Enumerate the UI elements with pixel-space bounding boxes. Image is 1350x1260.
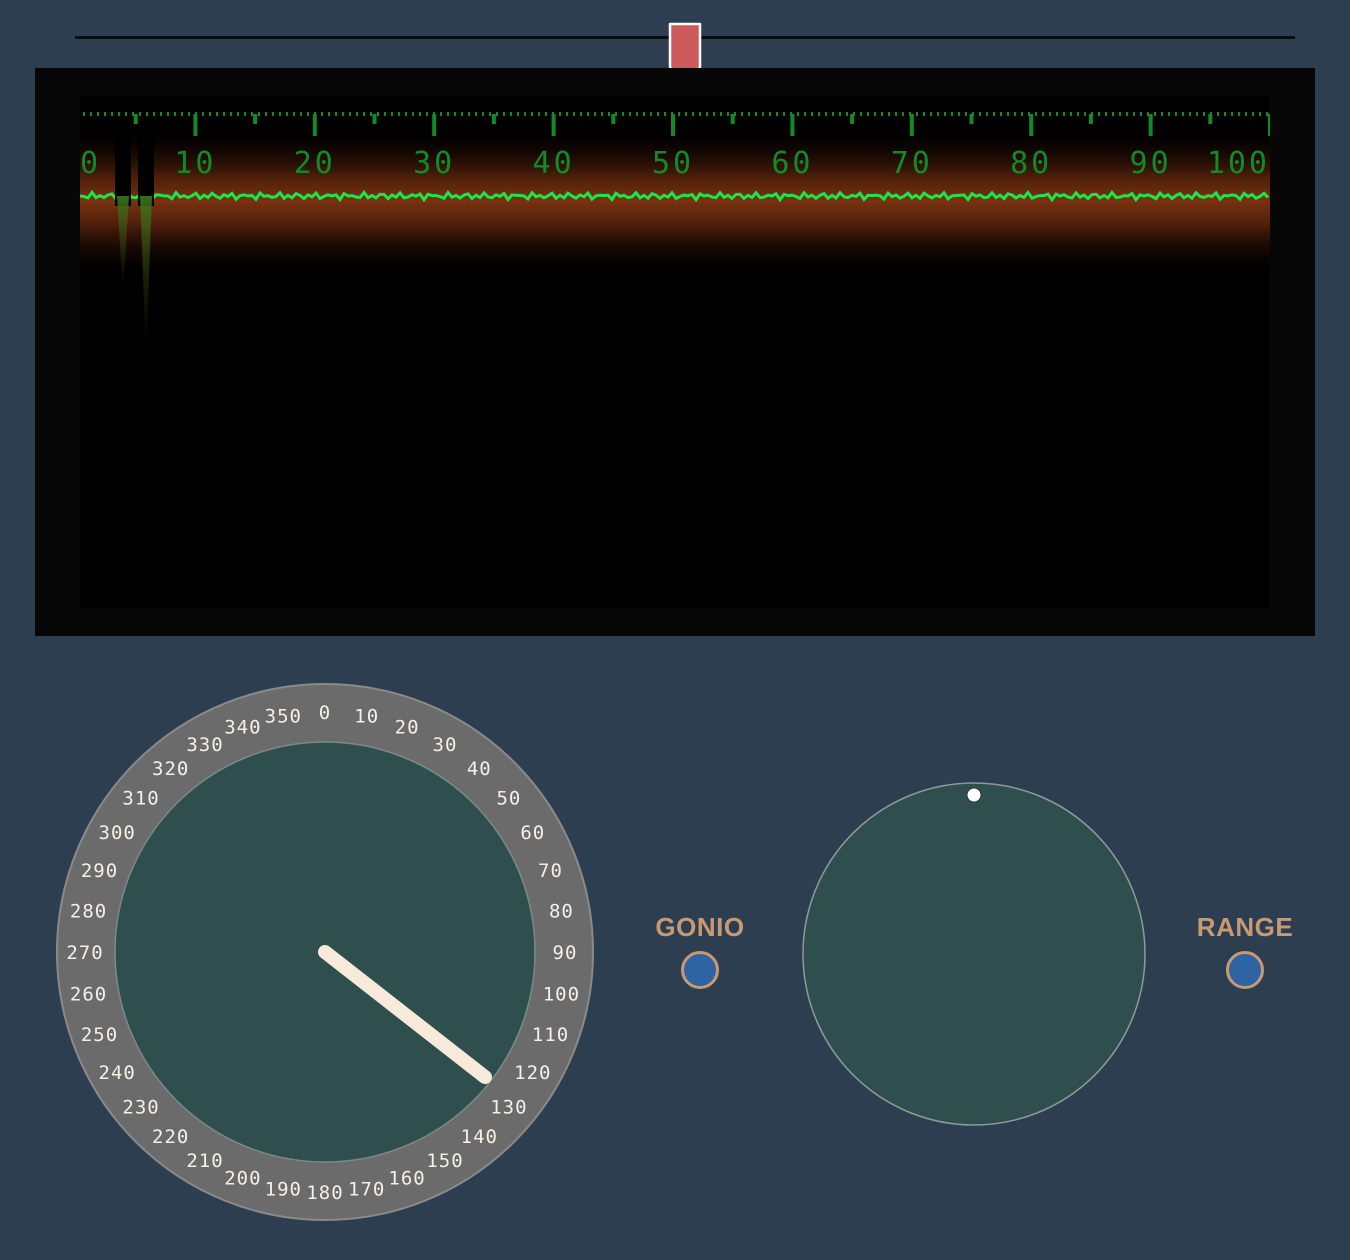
bearing-label: 80 <box>549 900 574 922</box>
bearing-label: 330 <box>186 734 223 756</box>
range-marker[interactable] <box>966 787 982 803</box>
bearing-label: 250 <box>81 1024 118 1046</box>
bearing-label: 60 <box>520 822 545 844</box>
scope-screen: 0 10 20 30 40 50 60 70 80 90 100 <box>74 96 1272 608</box>
scope-plot: 0 10 20 30 40 50 60 70 80 90 100 <box>74 112 1272 356</box>
bearing-label: 270 <box>66 942 103 964</box>
bearing-label: 160 <box>388 1168 425 1190</box>
spike-gap <box>138 126 154 206</box>
bearing-label: 300 <box>99 822 136 844</box>
range-label: RANGE <box>1196 912 1294 942</box>
bearing-label: 30 <box>433 734 458 756</box>
bearing-label: 290 <box>81 860 118 882</box>
scale-label: 20 <box>294 146 336 181</box>
scale-label: 80 <box>1010 146 1052 181</box>
bearing-label: 310 <box>122 788 159 810</box>
bearing-label: 90 <box>553 942 578 964</box>
bearing-label: 0 <box>319 702 331 724</box>
bearing-label: 240 <box>99 1062 136 1084</box>
bearing-label: 140 <box>461 1126 498 1148</box>
bearing-label: 100 <box>543 984 580 1006</box>
bearing-label: 180 <box>306 1182 343 1204</box>
bearing-label: 150 <box>426 1150 463 1172</box>
bearing-label: 210 <box>186 1150 223 1172</box>
range-dial-face <box>802 782 1146 1126</box>
scale-label: 30 <box>413 146 455 181</box>
bearing-label: 10 <box>354 706 379 728</box>
gonio-label: GONIO <box>655 912 745 942</box>
range-mode[interactable]: RANGE <box>1175 912 1315 989</box>
range-dial[interactable] <box>800 780 1148 1128</box>
bearing-label: 230 <box>122 1096 159 1118</box>
spike-gap <box>115 126 131 206</box>
bearing-label: 120 <box>514 1062 551 1084</box>
bearing-label: 260 <box>70 984 107 1006</box>
scale-label: 90 <box>1130 146 1172 181</box>
gonio-button[interactable] <box>681 951 719 989</box>
bearing-label: 40 <box>467 758 492 780</box>
bearing-label: 50 <box>496 788 521 810</box>
bearing-label: 350 <box>265 706 302 728</box>
scale-label: 0 <box>80 146 101 181</box>
scale-label: 10 <box>174 146 216 181</box>
scale-label: 60 <box>771 146 813 181</box>
scale-label: 40 <box>533 146 575 181</box>
bearing-label: 190 <box>265 1178 302 1200</box>
bearing-label: 320 <box>152 758 189 780</box>
bearing-label: 280 <box>70 900 107 922</box>
bearing-label: 20 <box>395 717 420 739</box>
bearing-label: 130 <box>490 1096 527 1118</box>
bearing-dial[interactable]: 0 10 20 30 4050 60 70 80 90 100 110 120 130 140150160… <box>55 682 595 1222</box>
scale-label: 50 <box>652 146 694 181</box>
bearing-label: 200 <box>224 1168 261 1190</box>
bearing-label: 110 <box>532 1024 569 1046</box>
scale-label: 100 <box>1207 146 1270 181</box>
range-button[interactable] <box>1226 951 1264 989</box>
bearing-label: 70 <box>538 860 563 882</box>
scope-display: 0 10 20 30 40 50 60 70 80 90 100 <box>35 68 1315 636</box>
bearing-label: 340 <box>224 717 261 739</box>
bearing-label: 220 <box>152 1126 189 1148</box>
bearing-label: 170 <box>348 1178 385 1200</box>
gonio-mode[interactable]: GONIO <box>630 912 770 989</box>
scale-label: 70 <box>891 146 933 181</box>
